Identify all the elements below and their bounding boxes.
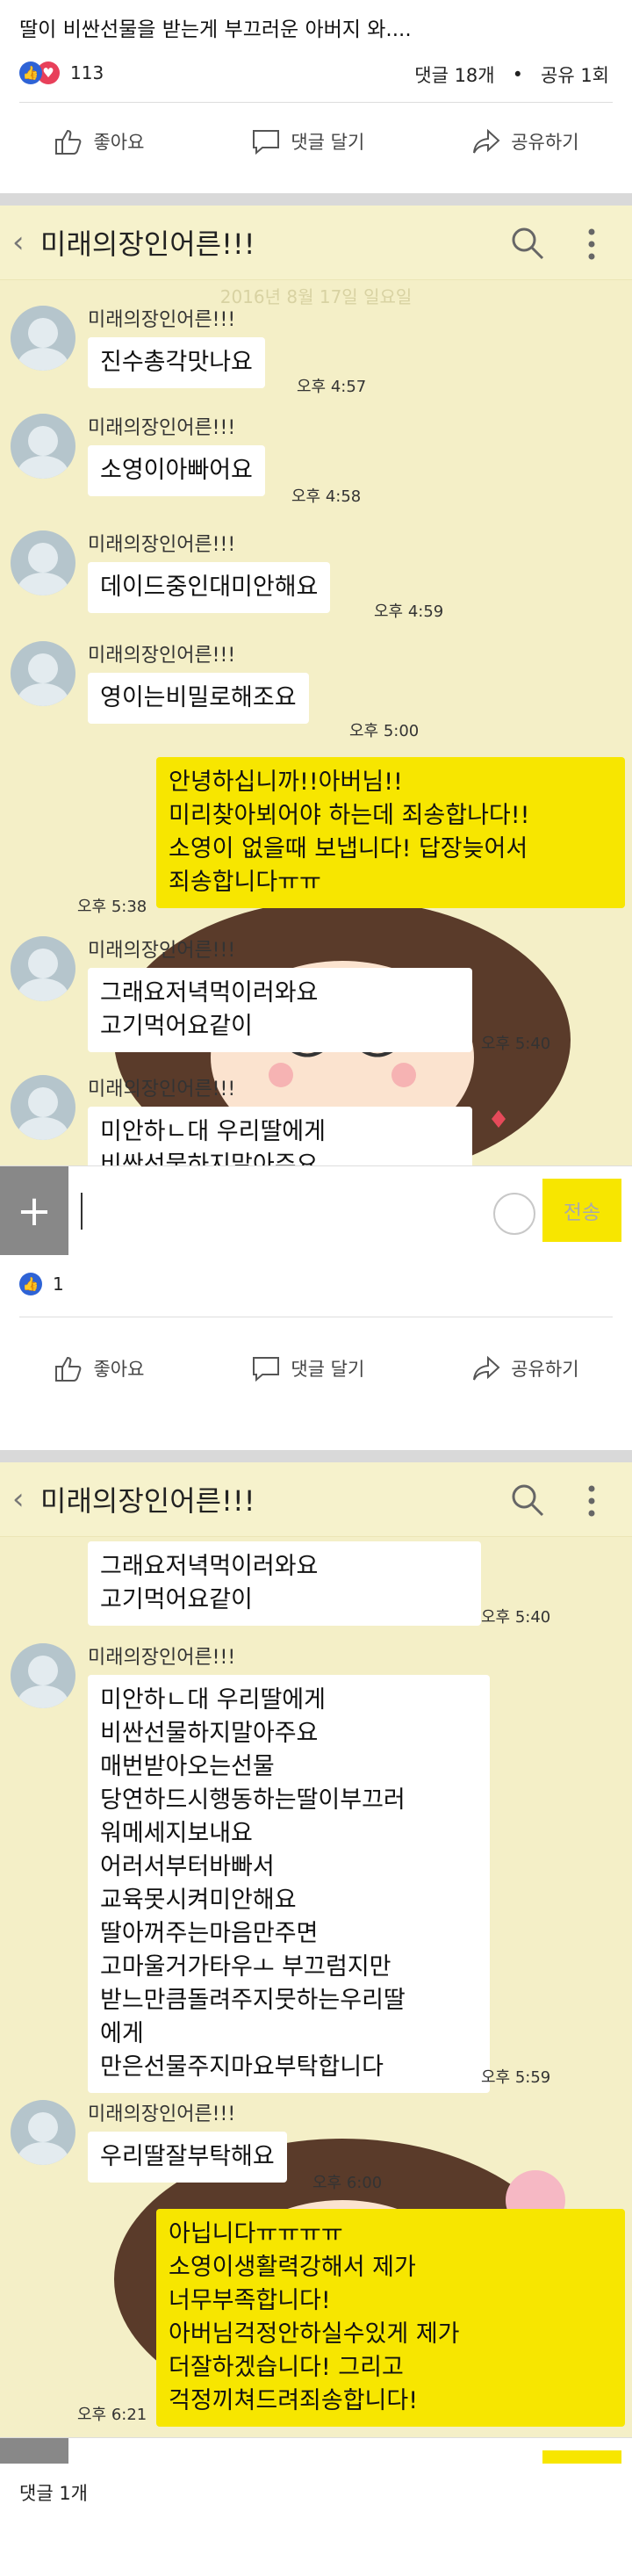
avatar[interactable] [11, 641, 75, 706]
like-label: 좋아요 [93, 132, 145, 153]
comment-count[interactable]: 댓글 18개 [414, 61, 494, 88]
emoji-icon[interactable] [493, 1193, 535, 1235]
chat-input-bar: + 전송 [0, 1165, 632, 1255]
like-label: 좋아요 [93, 1359, 145, 1380]
post-action-bar: 좋아요 댓글 달기 공유하기 [0, 1346, 632, 1390]
reaction-count: 1 [53, 1274, 64, 1295]
sender-name: 미래의장인어른!!! [88, 1647, 236, 1669]
post-title: 딸이 비싼선물을 받는게 부끄러운 아버지 와.... [19, 18, 412, 41]
like-button[interactable]: 좋아요 [53, 1353, 144, 1384]
search-icon[interactable] [509, 1482, 546, 1519]
message-bubble[interactable]: 미안하ㄴ대 우리딸에게 비싼선물하지말아주요 매번받아오는선물 당연하드시행동하… [88, 1675, 490, 2093]
post-meta: 댓글 18개 • 공유 1회 [414, 61, 609, 88]
like-button[interactable]: 좋아요 [53, 126, 144, 157]
message-time: 오후 5:40 [481, 1608, 551, 1627]
message-time: 오후 6:00 [312, 2174, 383, 2192]
avatar[interactable] [11, 530, 75, 595]
chat-screenshot-2: ‹ 미래의장인어른!!! 그래요저녁먹이러와요 고기먹어요같이 오후 5:40 … [0, 1462, 632, 2464]
message-bubble[interactable]: 영이는비밀로해조요 [88, 673, 309, 724]
share-arrow-icon [473, 1355, 500, 1381]
chat-title: 미래의장인어른!!! [40, 227, 255, 261]
message-bubble[interactable]: 데이드중인대미안해요 [88, 562, 331, 613]
plus-icon[interactable]: + [0, 1166, 68, 1255]
share-label: 공유하기 [511, 1359, 579, 1380]
like-reaction-icon: 👍 [19, 1273, 42, 1295]
sender-name: 미래의장인어른!!! [88, 2103, 236, 2125]
sender-name: 미래의장인어른!!! [88, 534, 236, 556]
send-button[interactable]: 전송 [542, 2450, 621, 2464]
divider [19, 102, 613, 103]
comment-label: 댓글 달기 [291, 132, 365, 153]
message-time: 오후 5:38 [77, 898, 147, 916]
share-button[interactable]: 공유하기 [470, 1353, 579, 1384]
message-bubble[interactable]: 그래요저녁먹이러와요 고기먹어요같이 [88, 1541, 481, 1626]
reaction-count: 113 [70, 62, 104, 83]
avatar[interactable] [11, 1643, 75, 1708]
comment-bubble-icon [253, 130, 280, 155]
like-reaction-icon: 👍 [19, 61, 42, 84]
share-count[interactable]: 공유 1회 [541, 61, 609, 88]
sender-name: 미래의장인어른!!! [88, 417, 236, 439]
section-separator [0, 193, 632, 206]
share-button[interactable]: 공유하기 [470, 126, 579, 157]
post-footer: 👍 1 좋아요 댓글 달기 공유하기 [0, 1255, 632, 1450]
message-input[interactable] [81, 1193, 83, 1230]
message-time: 오후 6:21 [77, 2406, 147, 2424]
section-separator [0, 1450, 632, 1462]
sender-name: 미래의장인어른!!! [88, 645, 236, 667]
avatar[interactable] [11, 2100, 75, 2165]
chat-input-bar: + 전송 [0, 2437, 632, 2464]
message-bubble[interactable]: 소영이아빠어요 [88, 445, 265, 496]
comments-footer: 댓글 1개 [0, 2464, 632, 2576]
sender-name: 미래의장인어른!!! [88, 1079, 236, 1100]
avatar[interactable] [11, 1075, 75, 1140]
send-button[interactable]: 전송 [542, 1179, 621, 1242]
reaction-summary[interactable]: 👍 1 [19, 1273, 64, 1295]
comment-button[interactable]: 댓글 달기 [250, 126, 364, 157]
thumbs-up-icon [55, 1356, 82, 1382]
post-action-bar: 좋아요 댓글 달기 공유하기 [0, 119, 632, 163]
message-time: 오후 5:59 [481, 2068, 551, 2087]
chat-header: ‹ 미래의장인어른!!! [0, 1462, 632, 1537]
message-bubble[interactable]: 우리딸잘부탁해요 [88, 2132, 287, 2183]
more-options-icon[interactable] [586, 1483, 597, 1519]
my-message-bubble[interactable]: 안녕하십니까!!아버님!! 미리찾아뵈어야 하는데 죄송합나다!! 소영이 없을… [156, 757, 625, 908]
meta-separator: • [512, 64, 523, 85]
more-options-icon[interactable] [586, 227, 597, 262]
share-label: 공유하기 [511, 132, 579, 153]
comment-bubble-icon [253, 1357, 280, 1382]
message-time: 오후 4:58 [291, 487, 362, 506]
message-time: 오후 4:59 [374, 603, 444, 621]
message-time: 오후 5:40 [481, 1035, 551, 1053]
back-chevron-icon[interactable]: ‹ [12, 225, 33, 260]
message-time: 오후 5:00 [349, 722, 420, 740]
chat-title: 미래의장인어른!!! [40, 1484, 255, 1518]
sender-name: 미래의장인어른!!! [88, 940, 236, 962]
comment-label: 댓글 달기 [291, 1359, 365, 1380]
message-bubble[interactable]: 진수총각맛나요 [88, 337, 265, 388]
avatar[interactable] [11, 306, 75, 371]
my-message-bubble[interactable]: 아닙니다ㅠㅠㅠㅠ 소영이생활력강해서 제가 너무부족합니다! 아버님걱정안하실수… [156, 2209, 625, 2427]
avatar[interactable] [11, 414, 75, 479]
avatar[interactable] [11, 936, 75, 1001]
post-header: 딸이 비싼선물을 받는게 부끄러운 아버지 와.... 👍 ♥ 113 댓글 1… [0, 0, 632, 193]
comment-button[interactable]: 댓글 달기 [250, 1353, 364, 1384]
back-chevron-icon[interactable]: ‹ [12, 1482, 33, 1517]
chat-header: ‹ 미래의장인어른!!! [0, 206, 632, 280]
reaction-summary[interactable]: 👍 ♥ 113 [19, 61, 104, 84]
sender-name: 미래의장인어른!!! [88, 309, 236, 331]
message-bubble[interactable]: 그래요저녁먹이러와요 고기먹어요같이 [88, 968, 472, 1052]
share-arrow-icon [473, 128, 500, 154]
chat-screenshot-1: ‹ 미래의장인어른!!! 2016년 8월 17일 일요일 미래의장인어른!!!… [0, 206, 632, 1255]
comment-count-label[interactable]: 댓글 1개 [19, 2479, 88, 2506]
plus-icon[interactable]: + [0, 2438, 68, 2464]
thumbs-up-icon [55, 129, 82, 155]
message-time: 오후 4:57 [297, 378, 367, 396]
search-icon[interactable] [509, 225, 546, 262]
